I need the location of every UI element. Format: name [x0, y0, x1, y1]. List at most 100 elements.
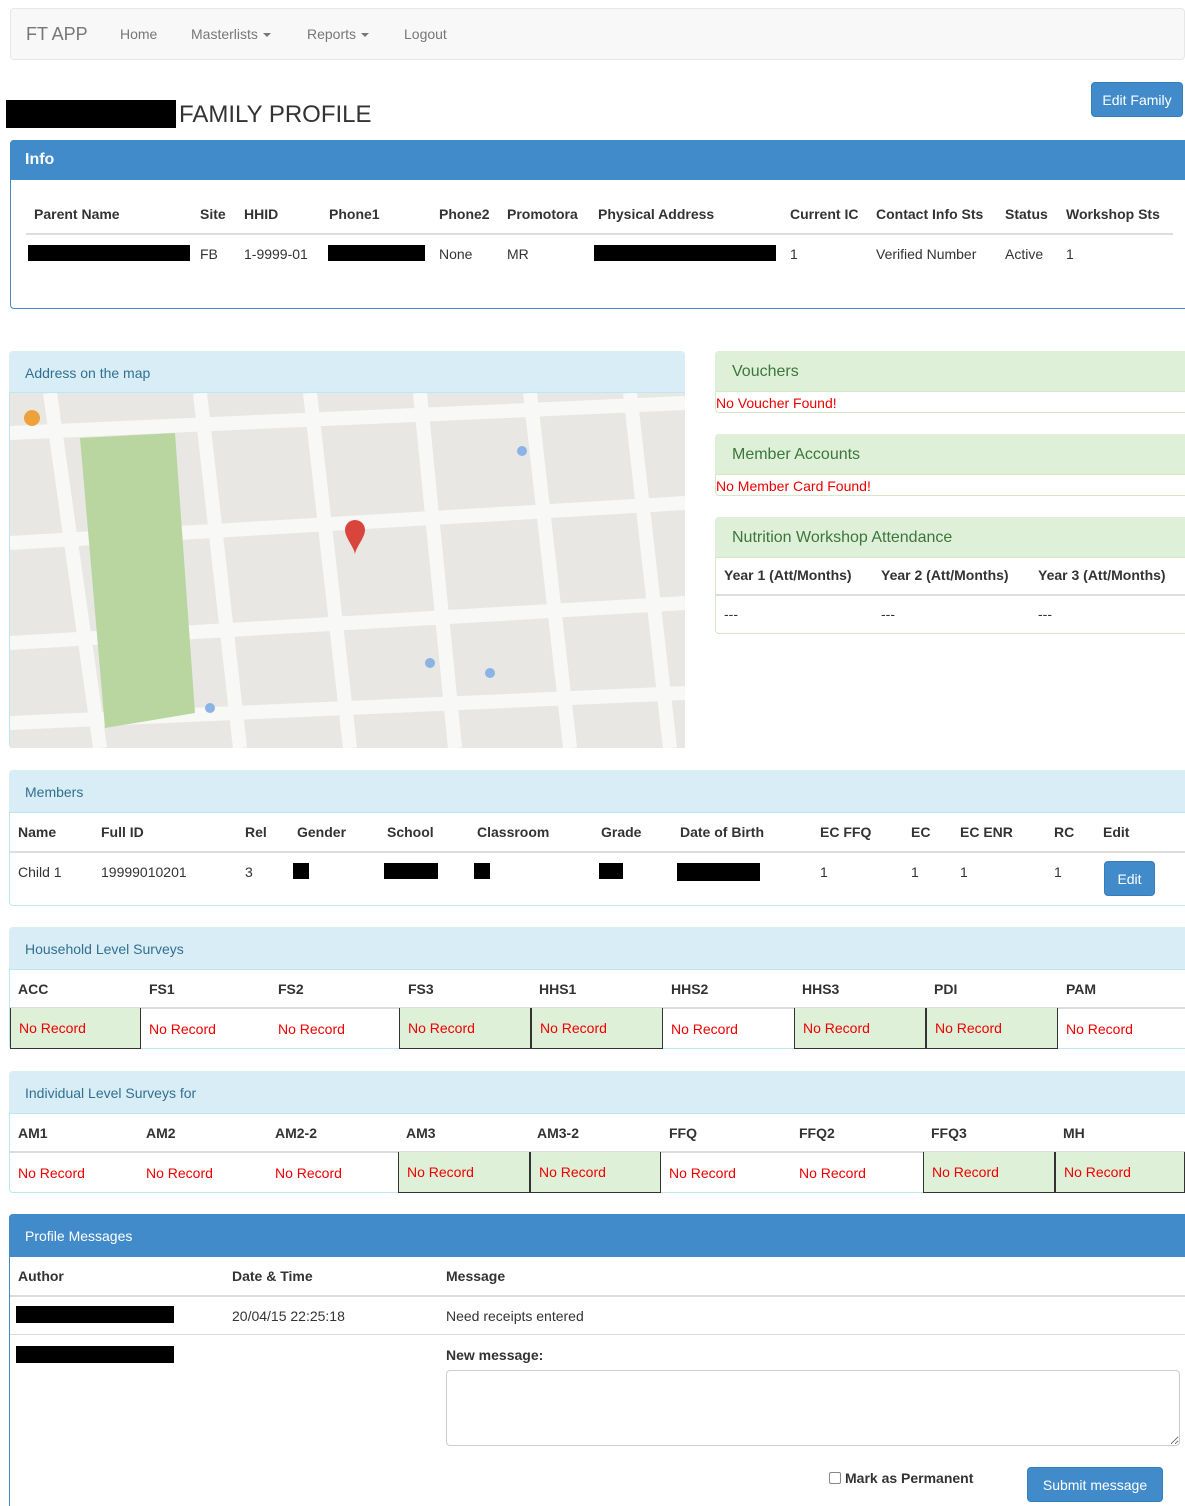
nav-logout[interactable]: Logout — [404, 26, 447, 42]
col-am1: AM1 — [18, 1125, 48, 1141]
divider — [10, 1334, 1185, 1335]
nav-home[interactable]: Home — [120, 26, 157, 42]
edit-member-button[interactable]: Edit — [1104, 861, 1155, 896]
navbar: FT APP Home Masterlists Reports Logout — [10, 8, 1185, 60]
col-ffq2: FFQ2 — [799, 1125, 835, 1141]
divider — [10, 851, 1185, 853]
member-accounts-empty: No Member Card Found! — [716, 478, 871, 494]
info-phone2: None — [439, 246, 473, 262]
survey-fs3[interactable]: No Record — [399, 1008, 531, 1049]
col-status: Status — [1005, 206, 1048, 222]
member-rel: 3 — [245, 864, 253, 880]
col-gender: Gender — [297, 824, 347, 840]
page-title: FAMILY PROFILE — [179, 101, 372, 128]
col-rel: Rel — [245, 824, 267, 840]
col-hhs2: HHS2 — [671, 981, 709, 997]
survey-hhs1[interactable]: No Record — [531, 1008, 663, 1049]
col-physical-address: Physical Address — [598, 206, 715, 222]
survey-pam[interactable]: No Record — [1058, 1008, 1185, 1049]
messages-header — [9, 1214, 1185, 1257]
info-status: Active — [1005, 246, 1044, 262]
household-heading: Household Level Surveys — [25, 941, 184, 957]
info-workshop-sts: 1 — [1066, 246, 1074, 262]
nav-reports-label: Reports — [307, 26, 357, 42]
chevron-down-icon — [262, 33, 271, 38]
col-year1: Year 1 (Att/Months) — [724, 567, 852, 583]
survey-am2[interactable]: No Record — [138, 1152, 267, 1193]
new-message-input[interactable] — [446, 1370, 1180, 1446]
survey-am3-2[interactable]: No Record — [530, 1152, 661, 1193]
col-am2: AM2 — [146, 1125, 176, 1141]
col-year2: Year 2 (Att/Months) — [881, 567, 1009, 583]
info-current-ic: 1 — [790, 246, 798, 262]
brand-link[interactable]: FT APP — [26, 24, 88, 45]
members-header — [9, 770, 1185, 813]
submit-message-button[interactable]: Submit message — [1027, 1467, 1163, 1502]
col-year3: Year 3 (Att/Months) — [1038, 567, 1166, 583]
survey-am2-2[interactable]: No Record — [267, 1152, 398, 1193]
redacted-parent-name — [28, 245, 190, 261]
survey-mh[interactable]: No Record — [1055, 1152, 1185, 1193]
col-fs3: FS3 — [408, 981, 434, 997]
divider — [10, 1295, 1185, 1297]
message-datetime: 20/04/15 22:25:18 — [232, 1308, 345, 1324]
col-classroom: Classroom — [477, 824, 550, 840]
redacted-dob — [677, 863, 760, 881]
map-view[interactable] — [10, 393, 685, 748]
survey-pdi[interactable]: No Record — [926, 1008, 1058, 1049]
survey-ffq[interactable]: No Record — [661, 1152, 791, 1193]
survey-ffq3[interactable]: No Record — [923, 1152, 1055, 1193]
col-pam: PAM — [1066, 981, 1097, 997]
nav-masterlists[interactable]: Masterlists — [191, 26, 271, 42]
nav-reports[interactable]: Reports — [307, 26, 370, 42]
household-header — [9, 927, 1185, 970]
survey-am1[interactable]: No Record — [10, 1152, 138, 1193]
vouchers-empty: No Voucher Found! — [716, 395, 837, 411]
info-promotora: MR — [507, 246, 529, 262]
survey-hhs2[interactable]: No Record — [663, 1008, 794, 1049]
mark-permanent-checkbox[interactable] — [829, 1472, 841, 1484]
message-text: Need receipts entered — [446, 1308, 584, 1324]
year2-value: --- — [881, 606, 895, 622]
info-contact-sts: Verified Number — [876, 246, 977, 262]
col-phone2: Phone2 — [439, 206, 490, 222]
survey-fs2[interactable]: No Record — [270, 1008, 399, 1049]
col-dob: Date of Birth — [680, 824, 764, 840]
messages-panel — [9, 1214, 1185, 1506]
info-hhid: 1-9999-01 — [244, 246, 308, 262]
col-contact-info-sts: Contact Info Sts — [876, 206, 984, 222]
col-ec-ffq: EC FFQ — [820, 824, 872, 840]
col-fs1: FS1 — [149, 981, 175, 997]
survey-am3[interactable]: No Record — [398, 1152, 530, 1193]
col-name: Name — [18, 824, 57, 840]
col-datetime: Date & Time — [232, 1268, 313, 1284]
divider — [716, 594, 1185, 596]
col-ec-enr: EC ENR — [960, 824, 1013, 840]
redacted-name — [6, 100, 176, 128]
member-ec-enr: 1 — [960, 864, 968, 880]
col-full-id: Full ID — [101, 824, 144, 840]
workshop-heading: Nutrition Workshop Attendance — [732, 529, 953, 546]
divider — [26, 233, 1173, 235]
col-hhs1: HHS1 — [539, 981, 577, 997]
survey-ffq2[interactable]: No Record — [791, 1152, 923, 1193]
mark-permanent-label: Mark as Permanent — [845, 1470, 974, 1486]
col-am3-2: AM3-2 — [537, 1125, 580, 1141]
members-heading: Members — [25, 784, 84, 800]
member-rc: 1 — [1054, 864, 1062, 880]
redacted-current-user — [16, 1346, 174, 1363]
col-message: Message — [446, 1268, 506, 1284]
col-parent-name: Parent Name — [34, 206, 120, 222]
col-rc: RC — [1054, 824, 1075, 840]
survey-acc[interactable]: No Record — [10, 1008, 141, 1049]
year3-value: --- — [1038, 606, 1052, 622]
redacted-gender — [293, 863, 309, 879]
edit-family-button[interactable]: Edit Family — [1091, 82, 1183, 117]
survey-fs1[interactable]: No Record — [141, 1008, 270, 1049]
mark-permanent: Mark as Permanent — [829, 1470, 973, 1486]
member-name: Child 1 — [18, 864, 62, 880]
redacted-phone1 — [328, 245, 425, 261]
col-pdi: PDI — [934, 981, 958, 997]
survey-hhs3[interactable]: No Record — [794, 1008, 926, 1049]
redacted-school — [384, 863, 438, 879]
